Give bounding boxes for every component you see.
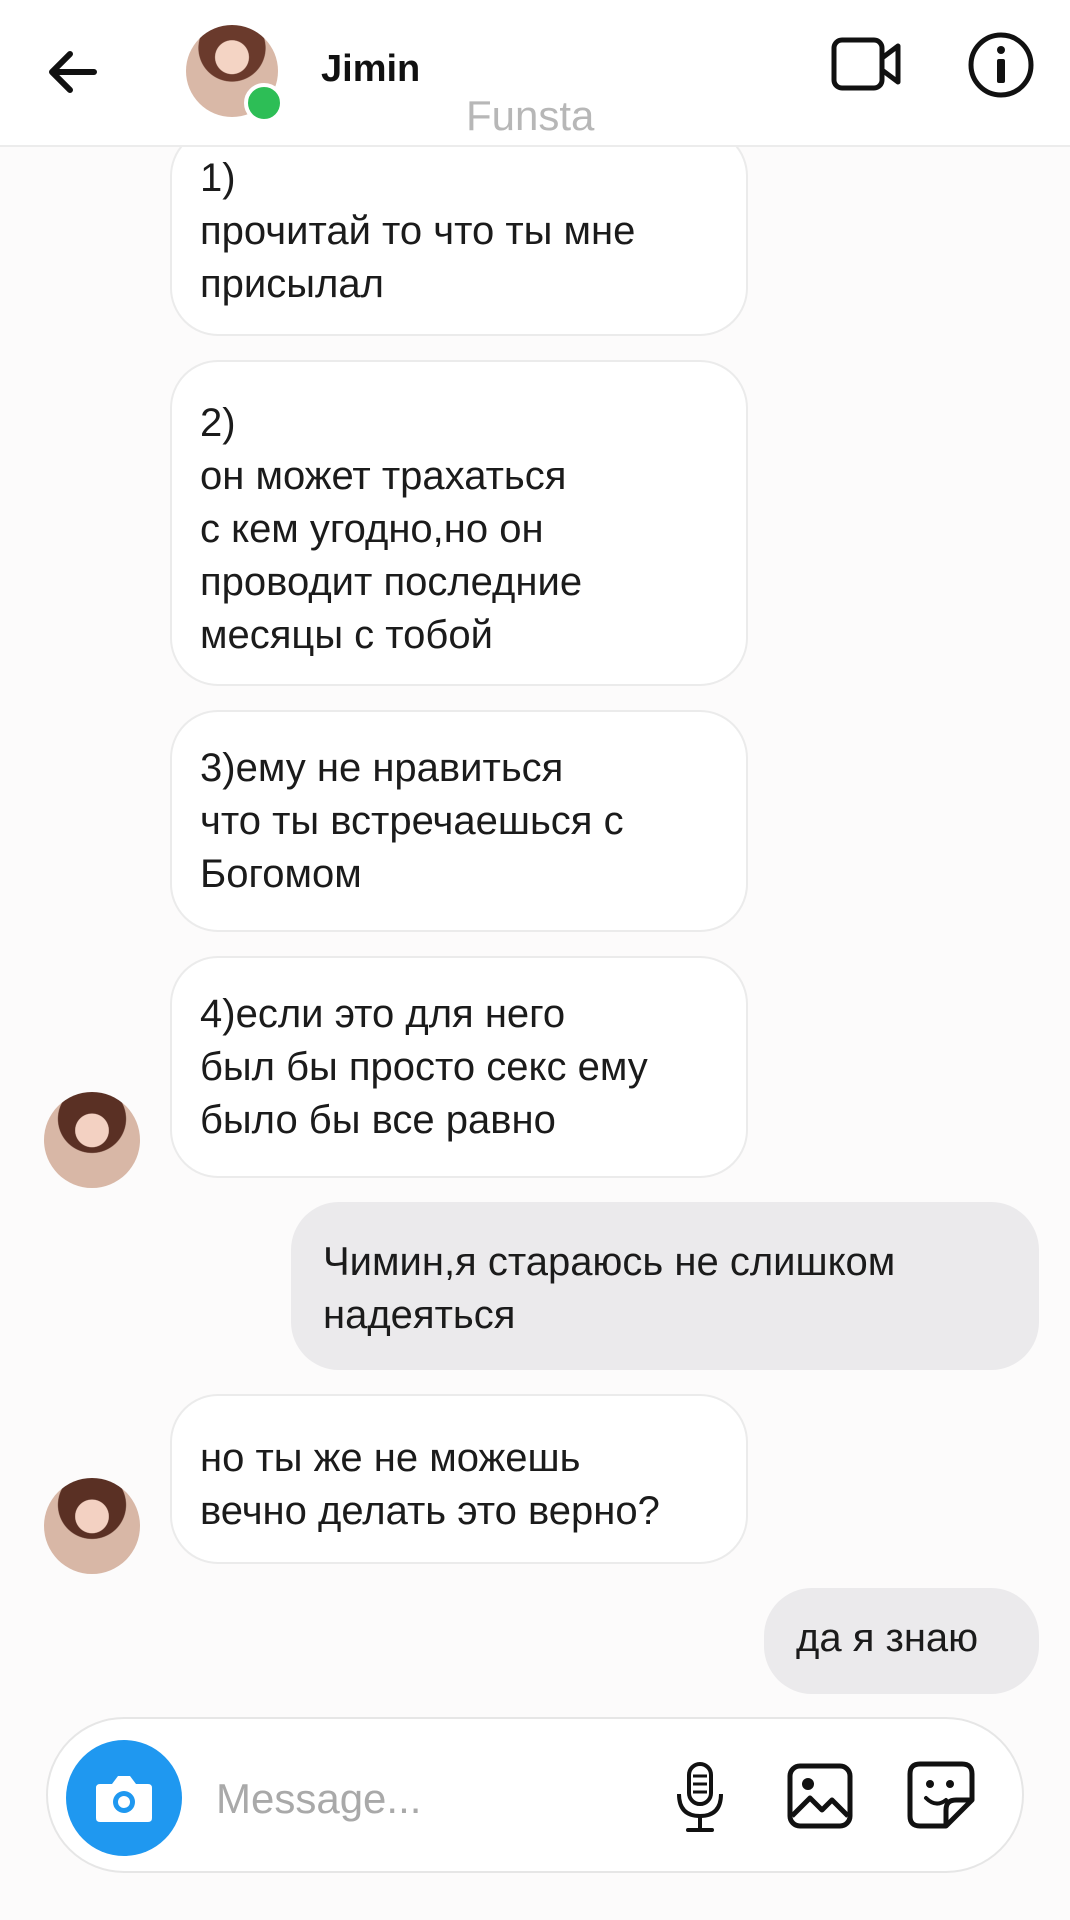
sender-avatar[interactable] [44,1478,140,1574]
chat-header: Jimin Funsta [0,0,1070,147]
message-input[interactable] [214,1768,638,1830]
message-bubble-incoming[interactable]: но ты же не можешь вечно делать это верн… [170,1394,748,1564]
message-bubble-incoming[interactable]: 1) прочитай то что ты мне присылал [170,128,748,336]
info-icon[interactable] [966,30,1036,100]
message-bubble-incoming[interactable]: 2) он может трахаться с кем угодно,но он… [170,360,748,686]
message-bubble-incoming[interactable]: 3)ему не нравиться что ты встречаешься с… [170,710,748,932]
contact-name[interactable]: Jimin [321,48,420,91]
message-bubble-outgoing[interactable]: да я знаю [764,1588,1039,1694]
online-status-indicator [244,83,284,123]
message-bubble-outgoing[interactable]: Чимин,я стараюсь не слишком надеяться [291,1202,1039,1370]
contact-subtitle: Funsta [466,92,595,139]
gallery-icon[interactable] [786,1762,854,1830]
sender-avatar[interactable] [44,1092,140,1188]
camera-button[interactable] [66,1740,182,1856]
sticker-icon[interactable] [906,1760,976,1830]
microphone-icon[interactable] [672,1760,728,1836]
message-bubble-incoming[interactable]: 4)если это для него был бы просто секс е… [170,956,748,1178]
back-arrow-icon[interactable] [42,40,106,104]
video-camera-icon[interactable] [830,34,904,94]
camera-icon [96,1776,152,1822]
